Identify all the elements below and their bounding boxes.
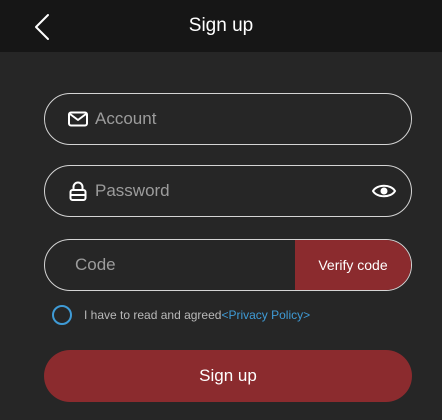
code-input[interactable] [75, 240, 285, 290]
password-input[interactable] [95, 166, 355, 216]
lock-icon [69, 181, 87, 201]
agree-checkbox[interactable] [52, 305, 72, 325]
agreement-row: I have to read and agreed<Privacy Policy… [52, 304, 310, 326]
eye-icon[interactable] [371, 180, 397, 202]
agreement-label: I have to read and agreed [84, 308, 222, 322]
code-field[interactable]: Verify code [44, 239, 412, 291]
account-field[interactable] [44, 93, 412, 145]
verify-code-button[interactable]: Verify code [295, 240, 411, 290]
page-title: Sign up [188, 15, 254, 36]
agreement-text: I have to read and agreed<Privacy Policy… [84, 308, 310, 322]
privacy-policy-link[interactable]: <Privacy Policy> [221, 308, 310, 322]
mail-icon [68, 111, 88, 127]
top-bar: Sign up [0, 0, 442, 52]
sign-up-button[interactable]: Sign up [44, 350, 412, 402]
account-input[interactable] [95, 94, 395, 144]
password-field[interactable] [44, 165, 412, 217]
